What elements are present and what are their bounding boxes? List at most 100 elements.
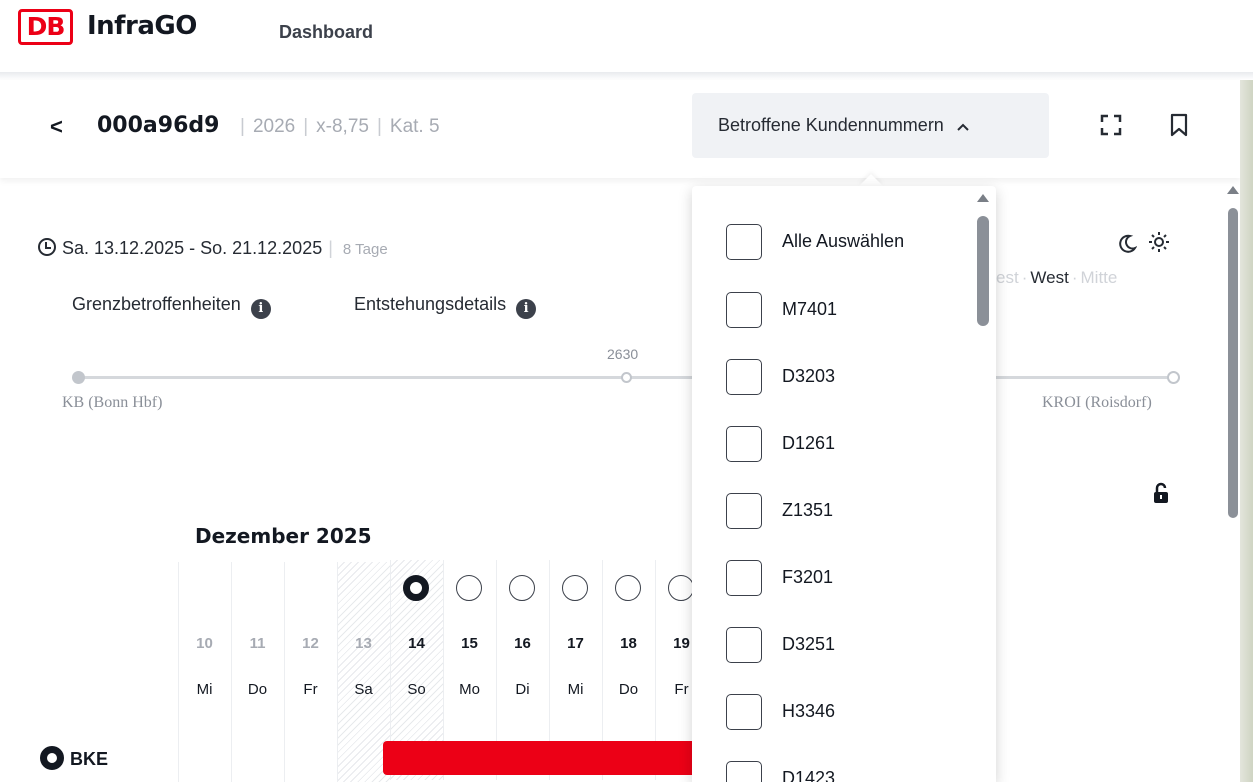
- db-logo[interactable]: DB: [18, 9, 73, 45]
- brand-name: InfraGO: [87, 11, 197, 41]
- customer-option[interactable]: Z1351: [726, 493, 966, 529]
- day-name: Mi: [567, 681, 584, 698]
- grenz-label: Grenzbetroffenheiten: [72, 294, 241, 314]
- day-name: Do: [618, 681, 639, 698]
- row-label-bke: BKE: [40, 746, 108, 770]
- checkbox[interactable]: [726, 560, 762, 596]
- map-edge: [1240, 80, 1253, 782]
- route-mid-dot: [621, 372, 632, 383]
- dropdown-scrollbar-thumb[interactable]: [977, 216, 989, 326]
- train-meta: | 2026 | x-8,75 | Kat. 5: [240, 116, 440, 137]
- day-number: 13: [355, 635, 372, 652]
- customer-option[interactable]: D1261: [726, 426, 966, 462]
- customer-option[interactable]: D1423: [726, 761, 966, 782]
- day-name: Mi: [196, 681, 213, 698]
- customer-option[interactable]: D3251: [726, 627, 966, 663]
- calendar-month: Dezember 2025: [195, 524, 372, 548]
- calendar-day-column: [178, 562, 231, 782]
- option-label: D3251: [782, 634, 836, 654]
- day-name: So: [407, 681, 426, 698]
- option-label: F3201: [782, 567, 834, 587]
- lock-icon[interactable]: [1153, 482, 1169, 504]
- meta-position: x-8,75: [316, 116, 369, 137]
- checkbox[interactable]: [726, 694, 762, 730]
- topbar-shadow: [0, 72, 1253, 80]
- affected-period-bar[interactable]: [383, 741, 703, 775]
- entstehungsdetails-link[interactable]: Entstehungsdetails i: [354, 294, 537, 319]
- dropdown-label: Betroffene Kundennummern: [718, 115, 944, 135]
- popup-caret: [859, 174, 883, 186]
- day-number: 17: [567, 635, 584, 652]
- route-start-dot: [72, 371, 85, 384]
- customer-number-dropdown: Alle Auswählen M7401 D3203 D1261 Z1351 F3201…: [692, 186, 996, 782]
- day-number: 15: [461, 635, 478, 652]
- option-label: M7401: [782, 299, 838, 319]
- customer-option[interactable]: D3203: [726, 359, 966, 395]
- meta-year: 2026: [252, 116, 296, 137]
- status-ring-icon: [40, 746, 64, 770]
- day-name: Do: [247, 681, 268, 698]
- day-number: 11: [249, 635, 266, 652]
- train-id: 000a96d9: [97, 113, 220, 138]
- day-number: 16: [514, 635, 531, 652]
- option-label: D1261: [782, 433, 836, 453]
- option-label: D1423: [782, 768, 836, 782]
- day-name: Mo: [459, 681, 480, 698]
- sun-icon[interactable]: [1147, 230, 1171, 254]
- region-next[interactable]: Mitte: [1081, 268, 1118, 287]
- day-number: 10: [196, 635, 213, 652]
- day-number: 14: [408, 635, 425, 652]
- checkbox[interactable]: [726, 761, 762, 782]
- period-row: Sa. 13.12.2025 - So. 21.12.2025 | 8 Tage: [38, 238, 388, 259]
- day-name: Sa: [354, 681, 373, 698]
- option-label: Alle Auswählen: [782, 231, 905, 251]
- checkbox[interactable]: [726, 359, 762, 395]
- affected-customers-dropdown-button[interactable]: Betroffene Kundennummern: [692, 93, 1049, 158]
- info-icon[interactable]: i: [250, 299, 271, 319]
- day-number: 18: [620, 635, 637, 652]
- customer-option[interactable]: H3346: [726, 694, 966, 730]
- day-selector[interactable]: [668, 575, 694, 601]
- grenzbetroffenheiten-link[interactable]: Grenzbetroffenheiten i: [72, 294, 271, 319]
- option-select-all[interactable]: Alle Auswählen: [726, 224, 966, 260]
- customer-option[interactable]: F3201: [726, 560, 966, 596]
- theme-toggle[interactable]: [1117, 230, 1171, 260]
- scroll-up-icon[interactable]: [977, 194, 989, 202]
- period-range: Sa. 13.12.2025 - So. 21.12.2025: [62, 238, 323, 258]
- back-icon[interactable]: <: [50, 114, 63, 140]
- scroll-up-icon[interactable]: [1227, 186, 1239, 194]
- row-label-text: BKE: [70, 749, 109, 769]
- meta-category: Kat. 5: [389, 116, 440, 137]
- bookmark-icon[interactable]: [1170, 113, 1188, 137]
- clock-icon: [38, 238, 56, 256]
- info-icon[interactable]: i: [516, 299, 537, 319]
- main-scrollbar-thumb[interactable]: [1228, 208, 1238, 518]
- fullscreen-icon[interactable]: [1100, 114, 1122, 136]
- day-selector[interactable]: [615, 575, 641, 601]
- route-end-label: KROI (Roisdorf): [1042, 394, 1152, 411]
- nav-dashboard-link[interactable]: Dashboard: [279, 22, 373, 43]
- day-selector-selected[interactable]: [403, 575, 429, 601]
- option-label: D3203: [782, 366, 836, 386]
- route-end-dot: [1167, 371, 1180, 384]
- customer-option[interactable]: M7401: [726, 292, 966, 328]
- day-name: Di: [515, 681, 530, 698]
- calendar-day-column: [284, 562, 337, 782]
- day-selector[interactable]: [509, 575, 535, 601]
- option-label: H3346: [782, 701, 836, 721]
- checkbox[interactable]: [726, 493, 762, 529]
- top-navigation-bar: DB InfraGO Dashboard: [0, 0, 1253, 72]
- checkbox[interactable]: [726, 224, 762, 260]
- checkbox[interactable]: [726, 426, 762, 462]
- checkbox[interactable]: [726, 292, 762, 328]
- moon-icon[interactable]: [1117, 234, 1138, 254]
- checkbox[interactable]: [726, 627, 762, 663]
- calendar-day-column: [231, 562, 284, 782]
- day-selector[interactable]: [456, 575, 482, 601]
- region-selector[interactable]: lwest · West · Mitte: [980, 268, 1117, 288]
- option-label: Z1351: [782, 500, 834, 520]
- day-selector[interactable]: [562, 575, 588, 601]
- entstehung-label: Entstehungsdetails: [354, 294, 507, 314]
- region-active[interactable]: West: [1030, 268, 1068, 287]
- chevron-up-icon: [957, 118, 969, 135]
